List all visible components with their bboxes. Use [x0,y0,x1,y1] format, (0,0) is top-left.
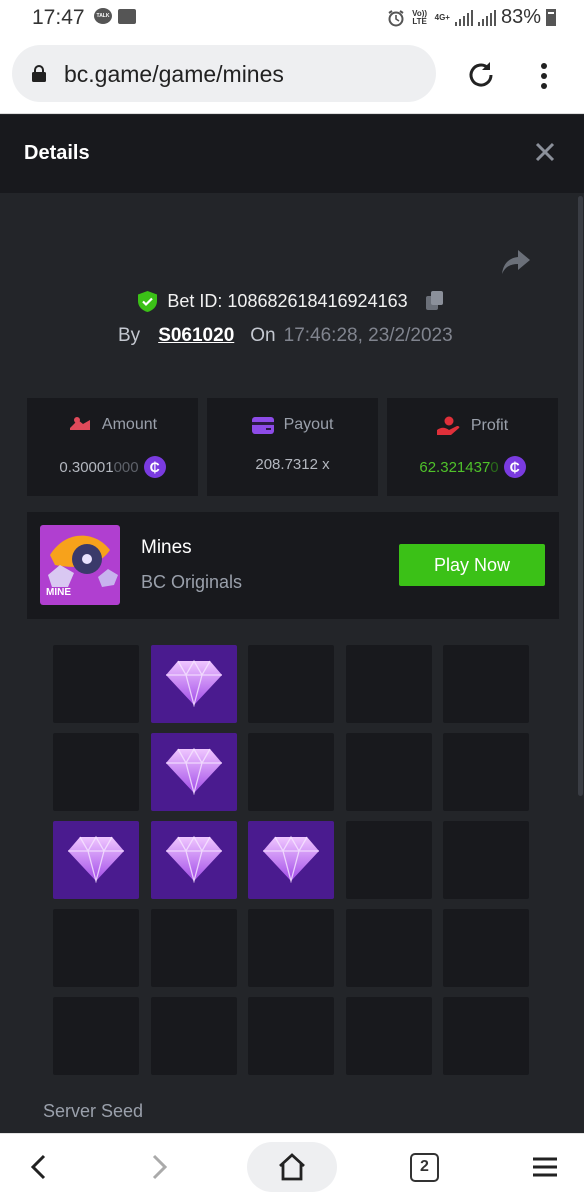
username-link[interactable]: S061020 [158,325,234,347]
payout-card: Payout 208.7312 x [207,398,378,496]
mine-tile [53,909,139,987]
mine-tile [345,821,432,899]
amount-label: Amount [101,416,158,433]
thumbnail-label: MINE [46,587,71,598]
play-now-button[interactable]: Play Now [399,544,545,586]
game-provider: BC Originals [141,572,243,592]
tabs-button[interactable]: 2 [410,1153,439,1182]
browser-bottom-nav: 2 [0,1133,584,1200]
gem-icon [68,835,124,884]
signal-icon [454,9,473,26]
browser-menu-icon[interactable] [538,62,550,90]
profit-icon [436,416,460,435]
modal-header: Details [0,115,584,193]
signal-icon-2 [477,9,496,26]
mine-tile-gem [53,821,139,899]
by-label: By [118,325,141,346]
wallet-icon [251,416,274,434]
coin-icon: ₵ [143,456,166,478]
mine-tile [53,733,139,811]
status-bar: 17:47 TALK Vo)) LTE 4G+ 83% [0,0,584,36]
back-icon[interactable] [26,1152,52,1182]
gem-icon [165,835,222,884]
chat-notification-icon [118,9,136,24]
mine-tile [443,909,529,987]
profit-label: Profit [470,417,509,434]
talk-notification-icon: TALK [94,8,112,24]
bet-id-label: Bet ID: [167,290,223,311]
profit-value-dim: 0 [490,458,499,476]
mine-tile [443,997,529,1075]
amount-value-main: 0.30001 [59,458,114,476]
battery-icon [546,9,556,26]
amount-value: 0.30001000 [59,459,138,476]
forward-icon[interactable] [146,1152,172,1182]
amount-card: Amount 0.30001000 ₵ [27,398,198,496]
battery-percent: 83% [500,6,541,28]
scrollbar[interactable] [578,196,583,796]
status-time: 17:47 [32,6,85,29]
mine-tile [248,645,334,723]
status-notifications: TALK [94,8,136,24]
address-bar[interactable]: bc.game/game/mines [12,45,436,102]
bet-id-value: 108682618416924163 [227,290,408,311]
mine-tile [150,997,237,1075]
server-seed-label: Server Seed [43,1101,144,1121]
bet-id-text: Bet ID: 108682618416924163 [167,291,407,312]
profit-value-main: 62.321437 [419,458,491,476]
reload-icon[interactable] [466,60,496,90]
close-icon[interactable] [533,140,557,164]
mine-tile [248,733,334,811]
copy-icon[interactable] [424,290,446,312]
mines-game-thumbnail[interactable]: MINE [40,525,120,605]
mine-tile [53,997,139,1075]
mine-tile [53,645,139,723]
mine-tile-gem [150,821,237,899]
bet-id-row: Bet ID: 108682618416924163 [0,290,584,312]
gem-icon [263,835,319,884]
menu-icon[interactable] [531,1156,559,1178]
browser-toolbar: bc.game/game/mines [0,36,584,114]
game-name: Mines [141,537,192,558]
status-indicators: Vo)) LTE 4G+ 83% [387,6,556,29]
mine-tile-gem [150,733,237,811]
mine-tile [443,645,529,723]
mine-tile [345,997,432,1075]
game-card: MINE Mines BC Originals Play Now [27,512,559,619]
mine-tile [248,909,334,987]
coin-icon: ₵ [503,456,526,478]
payout-label: Payout [283,416,334,433]
payout-value: 208.7312 x [255,456,330,473]
gem-icon [165,747,222,796]
bet-author-row: By S061020 On 17:46:28, 23/2/2023 [118,325,453,347]
mine-tile [443,733,529,811]
mines-grid [53,645,529,1075]
mine-tile [248,997,334,1075]
profit-value: 62.3214370 [419,459,498,476]
verified-shield-icon [138,290,158,312]
mine-tile [345,733,432,811]
profit-card: Profit 62.3214370 ₵ [387,398,558,496]
home-button[interactable] [247,1142,337,1192]
alarm-icon [388,9,404,26]
modal-title: Details [24,142,90,164]
amount-value-dim: 000 [113,458,139,476]
mine-tile [345,645,432,723]
home-icon [279,1153,305,1181]
mine-tile [443,821,529,899]
on-label: On [250,325,276,346]
mine-tile [150,909,237,987]
url-text: bc.game/game/mines [64,61,284,87]
share-icon[interactable] [500,248,532,276]
volte-indicator: Vo)) LTE [412,8,428,26]
mine-tile [345,909,432,987]
amount-icon [69,417,90,430]
mine-tile-gem [150,645,237,723]
lock-icon [32,65,46,82]
gem-icon [165,659,222,708]
mine-tile-gem [248,821,334,899]
network-type-indicator: 4G+ [434,12,450,22]
bet-datetime: 17:46:28, 23/2/2023 [283,325,453,346]
